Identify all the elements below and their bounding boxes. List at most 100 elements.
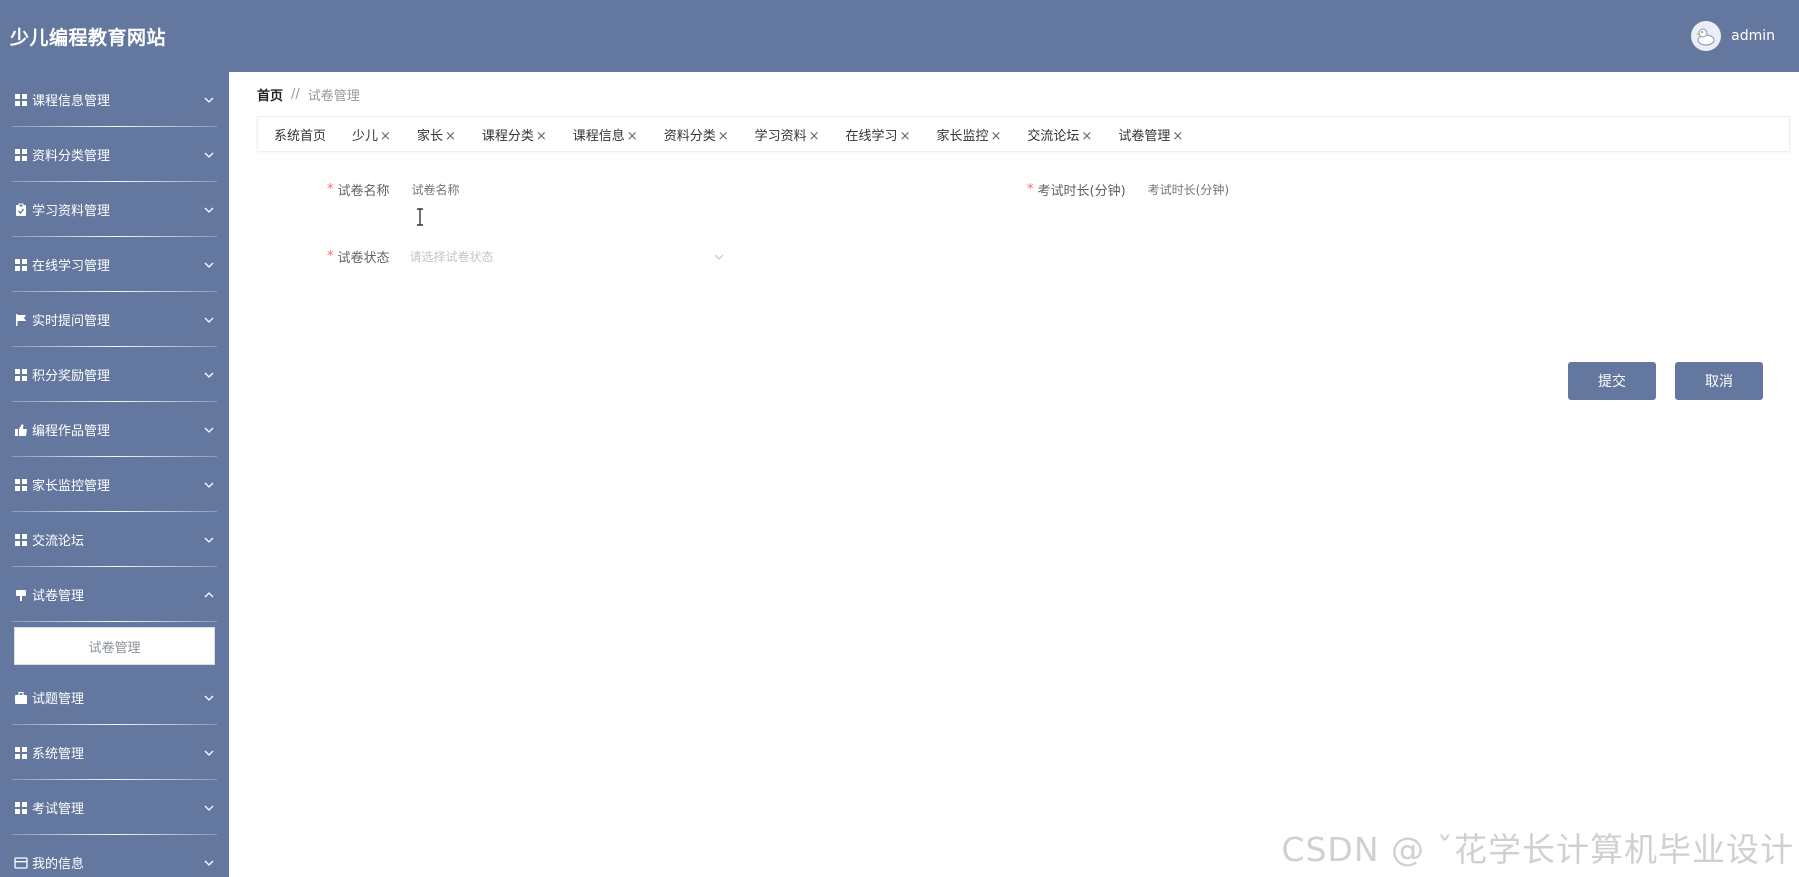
sidebar-item[interactable]: 考试管理 — [0, 780, 229, 835]
submenu-item-exam-paper[interactable]: 试卷管理 — [14, 627, 215, 665]
site-title: 少儿编程教育网站 — [10, 26, 167, 49]
required-mark: * — [327, 182, 334, 197]
tab[interactable]: 交流论坛 × — [1027, 125, 1092, 144]
tab[interactable]: 课程分类 × — [482, 125, 547, 144]
grid-icon — [14, 93, 28, 107]
card-icon — [14, 856, 28, 870]
sidebar-item[interactable]: 试卷管理 — [0, 567, 229, 622]
close-icon[interactable]: × — [380, 129, 391, 144]
required-mark: * — [1027, 182, 1034, 197]
chevron-down-icon — [203, 534, 215, 546]
username[interactable]: admin — [1731, 28, 1775, 44]
exam-paper-name-input[interactable] — [409, 181, 710, 198]
sidebar-item[interactable]: 实时提问管理 — [0, 292, 229, 347]
form-row-name: * 试卷名称 — [327, 180, 710, 199]
tab-label: 系统首页 — [274, 128, 327, 144]
sidebar-item[interactable]: 家长监控管理 — [0, 457, 229, 512]
grid-icon — [14, 148, 28, 162]
sidebar-item-label: 家长监控管理 — [32, 479, 111, 494]
tab-label: 试卷管理 — [1118, 128, 1171, 144]
sidebar: 课程信息管理资料分类管理 学习资料管理在线学习管理 实时提问管理积分奖励管理 编程作品… — [0, 72, 229, 877]
user-area[interactable]: admin — [1691, 21, 1775, 51]
sidebar-item[interactable]: 课程信息管理 — [0, 72, 229, 127]
flag-icon — [14, 313, 28, 327]
watermark: CSDN @ ˇ花学长计算机毕业设计 — [1281, 830, 1794, 869]
exam-status-select[interactable]: 请选择试卷状态 — [410, 248, 725, 265]
tab-label: 家长 — [416, 128, 443, 144]
chevron-down-icon — [203, 369, 215, 381]
sidebar-item-label: 交流论坛 — [32, 534, 85, 549]
tab[interactable]: 少儿 × — [352, 125, 391, 144]
close-icon[interactable]: × — [1081, 129, 1092, 144]
sidebar-item[interactable]: 积分奖励管理 — [0, 347, 229, 402]
chevron-down-icon — [203, 479, 215, 491]
sidebar-item-label: 我的信息 — [32, 857, 85, 872]
sidebar-item-label: 资料分类管理 — [32, 149, 111, 164]
required-mark: * — [327, 249, 334, 264]
sidebar-item-label: 学习资料管理 — [32, 204, 111, 219]
breadcrumb-home[interactable]: 首页 — [257, 85, 283, 104]
exam-duration-input[interactable] — [1145, 181, 1446, 198]
close-icon[interactable]: × — [445, 129, 456, 144]
tab[interactable]: 资料分类 × — [664, 125, 729, 144]
tab[interactable]: 试卷管理 × — [1118, 125, 1183, 144]
chevron-down-icon — [203, 747, 215, 759]
chevron-down-icon — [203, 149, 215, 161]
tab-label: 家长监控 — [936, 128, 989, 144]
avatar[interactable] — [1691, 21, 1722, 51]
sidebar-item-label: 试卷管理 — [32, 589, 85, 604]
main-content: 首页 // 试卷管理 系统首页 少儿 × 家长 × 课程分类 × 课程信息 × 资料分类 × 学习资料… — [229, 72, 1799, 877]
sidebar-item[interactable]: 交流论坛 — [0, 512, 229, 567]
chevron-down-icon — [203, 802, 215, 814]
grid-icon — [14, 368, 28, 382]
sidebar-item[interactable]: 编程作品管理 — [0, 402, 229, 457]
sidebar-item-label: 系统管理 — [32, 747, 85, 762]
cancel-button[interactable]: 取消 — [1675, 362, 1763, 400]
grid-icon — [14, 258, 28, 272]
close-icon[interactable]: × — [536, 129, 547, 144]
grid-icon — [14, 533, 28, 547]
close-icon[interactable]: × — [718, 129, 729, 144]
grid-icon — [14, 746, 28, 760]
close-icon[interactable]: × — [627, 129, 638, 144]
sidebar-item[interactable]: 学习资料管理 — [0, 182, 229, 237]
submit-button[interactable]: 提交 — [1568, 362, 1656, 400]
tab-label: 课程分类 — [481, 128, 534, 144]
sidebar-item[interactable]: 在线学习管理 — [0, 237, 229, 292]
chevron-down-icon — [203, 692, 215, 704]
exam-status-label: 试卷状态 — [337, 251, 390, 266]
sidebar-item[interactable]: 我的信息 — [0, 835, 229, 877]
sidebar-item[interactable]: 资料分类管理 — [0, 127, 229, 182]
close-icon[interactable]: × — [990, 129, 1001, 144]
tab-label: 少儿 — [352, 128, 379, 144]
sidebar-item-label: 积分奖励管理 — [32, 369, 111, 384]
thumbs-up-icon — [14, 423, 28, 437]
close-icon[interactable]: × — [1172, 129, 1183, 144]
exam-duration-label: 考试时长(分钟) — [1037, 184, 1126, 199]
close-icon[interactable]: × — [809, 129, 820, 144]
sidebar-item-label: 试题管理 — [32, 692, 85, 707]
tab[interactable]: 课程信息 × — [573, 125, 638, 144]
tab[interactable]: 家长监控 × — [936, 125, 1001, 144]
tab[interactable]: 在线学习 × — [846, 125, 911, 144]
sidebar-item-label: 考试管理 — [32, 802, 85, 817]
tab-label: 学习资料 — [754, 128, 807, 144]
close-icon[interactable]: × — [900, 129, 911, 144]
briefcase-icon — [14, 691, 28, 705]
tab-label: 在线学习 — [845, 128, 898, 144]
breadcrumb: 首页 // 试卷管理 — [257, 85, 360, 104]
chevron-down-icon — [203, 857, 215, 869]
sidebar-item[interactable]: 系统管理 — [0, 725, 229, 780]
grid-icon — [14, 478, 28, 492]
sidebar-item-label: 编程作品管理 — [32, 424, 111, 439]
tab[interactable]: 学习资料 × — [755, 125, 820, 144]
tab[interactable]: 系统首页 — [274, 125, 326, 144]
chevron-down-icon — [203, 314, 215, 326]
pin-icon — [14, 588, 28, 602]
tab-label: 课程信息 — [572, 128, 625, 144]
sidebar-item[interactable]: 试题管理 — [0, 670, 229, 725]
text-cursor-icon — [417, 208, 423, 226]
chevron-down-icon — [714, 254, 723, 260]
tab[interactable]: 家长 × — [417, 125, 456, 144]
tab-label: 资料分类 — [663, 128, 716, 144]
